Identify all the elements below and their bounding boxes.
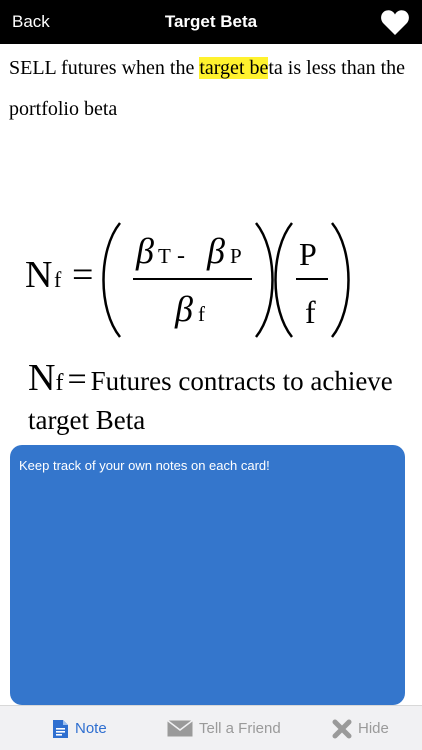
statement-text: SELL futures when the (9, 57, 200, 79)
beta-p: β (206, 231, 225, 271)
tab-note-label: Note (75, 720, 107, 737)
beta-p-subscript: P (230, 244, 242, 268)
tab-note[interactable]: Note (52, 706, 107, 750)
beta-f: β (174, 289, 193, 329)
left-paren-1 (102, 222, 121, 338)
heart-icon[interactable] (380, 8, 410, 36)
highlighted-text: target be (199, 57, 269, 79)
formula-equals: = (72, 254, 93, 296)
tab-tell-a-friend[interactable]: Tell a Friend (167, 706, 281, 750)
formula: N f = β T - β P β f P f (25, 222, 350, 338)
formula-n-subscript: f (54, 267, 62, 292)
tab-hide[interactable]: Hide (332, 706, 389, 750)
card-statement: SELL futures when the target beta is les… (9, 48, 414, 130)
page-title: Target Beta (164, 12, 258, 31)
formula-n: N (25, 254, 52, 296)
beta-t-subscript: T (158, 244, 171, 268)
beta-t: β (135, 231, 154, 271)
definition-symbol: N (28, 357, 56, 399)
close-icon (332, 719, 352, 738)
tab-hide-label: Hide (358, 720, 389, 737)
note-icon (53, 719, 68, 738)
minus-sign: - (177, 243, 185, 269)
right-paren-2 (331, 222, 350, 338)
beta-f-subscript: f (198, 302, 205, 326)
f-denominator: f (305, 294, 316, 330)
left-paren-2 (274, 222, 293, 338)
definition-equals: = (67, 361, 87, 398)
definition-symbol-subscript: f (55, 370, 64, 396)
nav-bar: Back Target Beta (0, 0, 422, 44)
envelope-icon (167, 720, 193, 737)
definition: Nf = Futures contracts to achieve target B… (28, 357, 408, 439)
notes-placeholder: Keep track of your own notes on each car… (19, 458, 270, 473)
p-numerator: P (299, 236, 317, 272)
right-paren-1 (255, 222, 274, 338)
tab-bar: Note Tell a Friend Hide (0, 705, 422, 750)
notes-box[interactable]: Keep track of your own notes on each car… (10, 445, 405, 705)
tab-friend-label: Tell a Friend (199, 720, 281, 737)
